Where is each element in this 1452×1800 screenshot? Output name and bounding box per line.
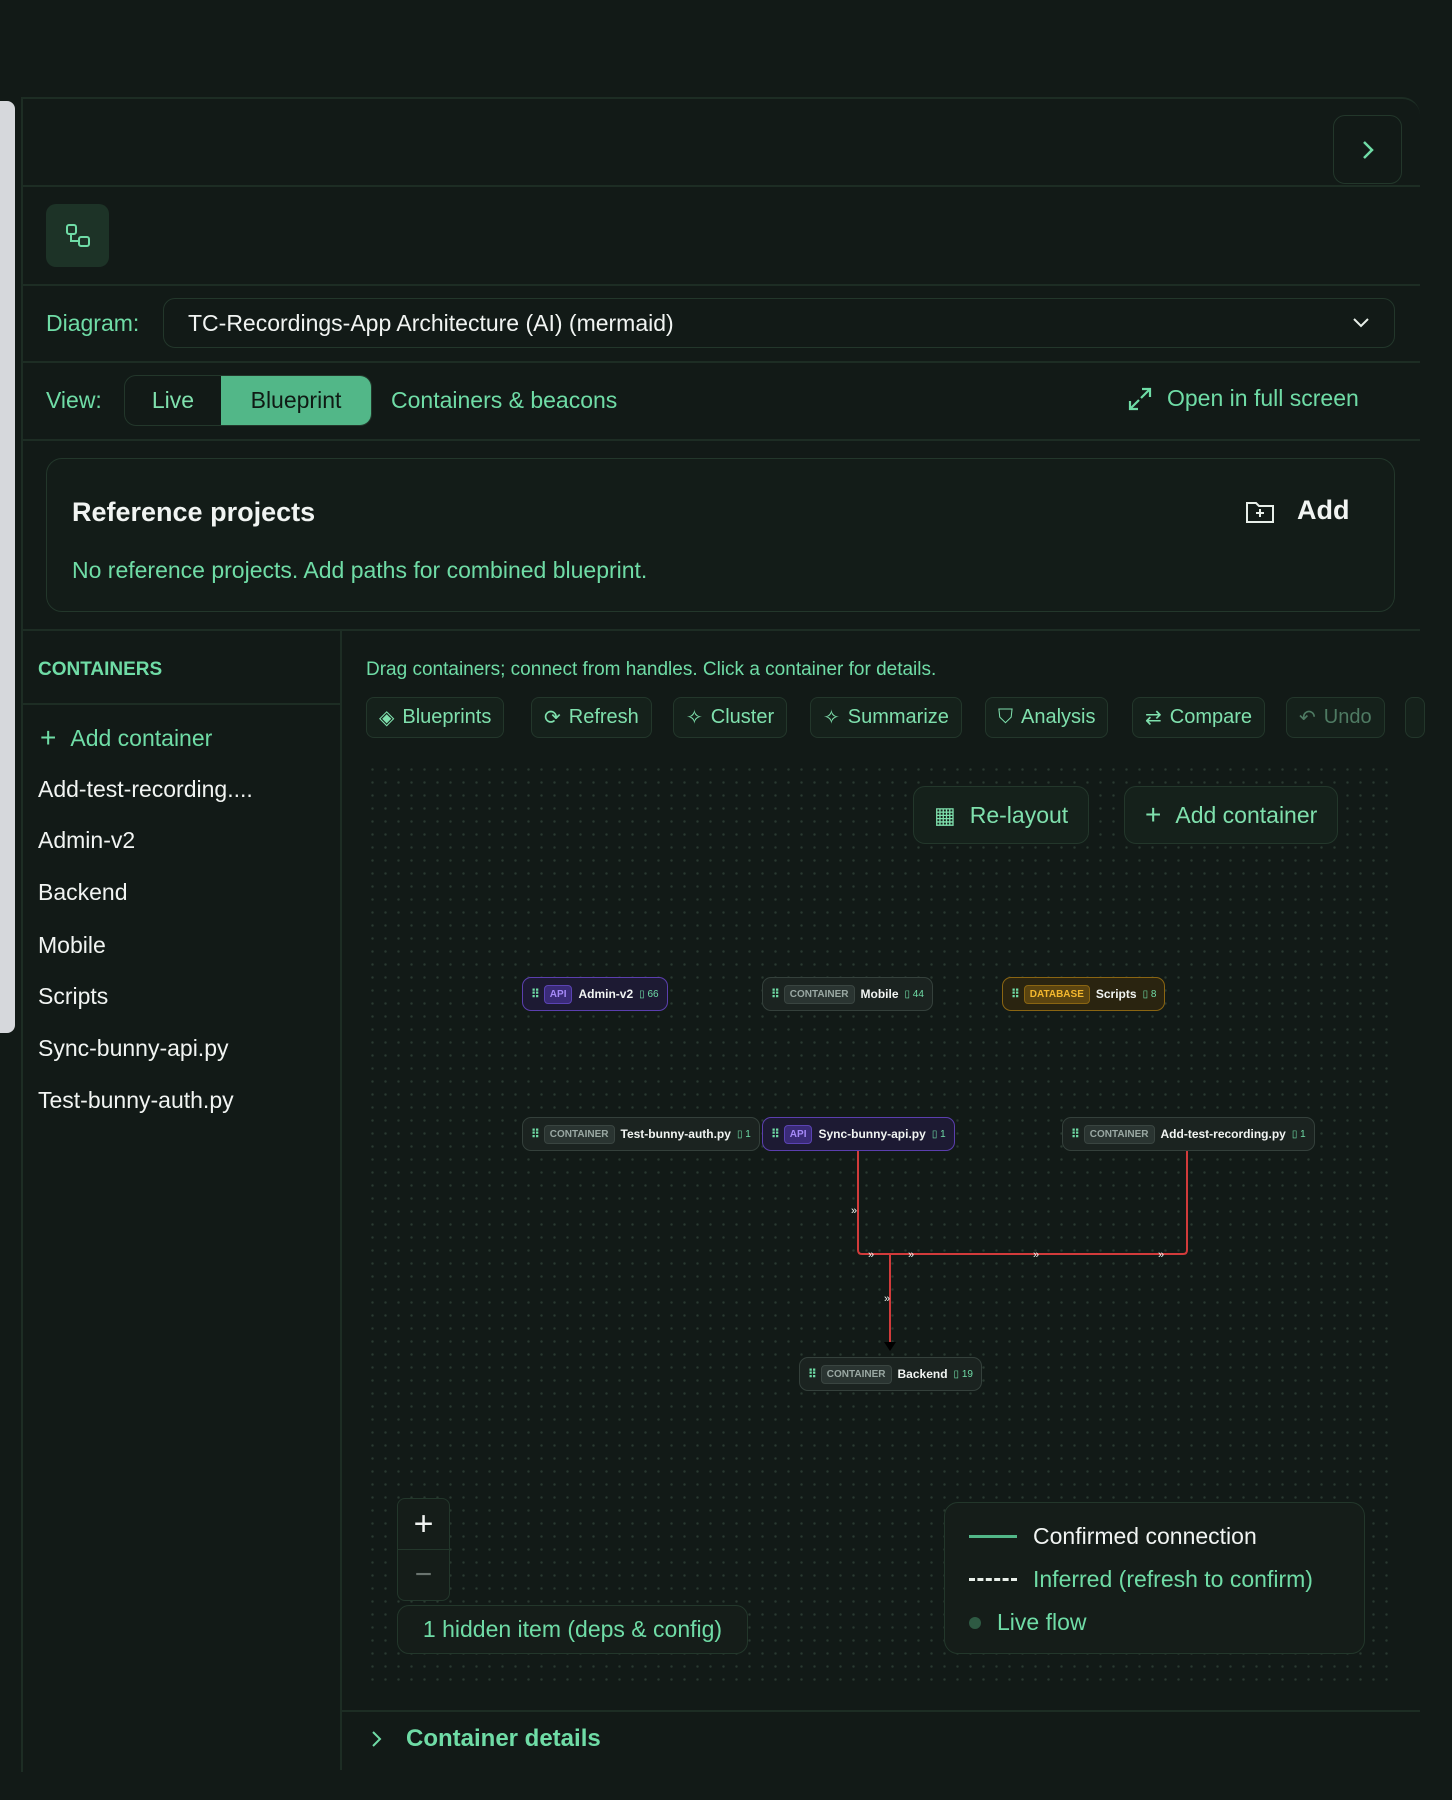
drag-handle-icon[interactable]: ⠿ — [808, 1367, 817, 1381]
zoom-controls: + − — [397, 1498, 450, 1601]
legend-inferred: Inferred (refresh to confirm) — [1033, 1566, 1313, 1592]
node-add-test-recording[interactable]: ⠿ CONTAINER Add-test-recording.py ▯ 1 — [1062, 1117, 1315, 1151]
node-type-badge: DATABASE — [1023, 984, 1090, 1004]
node-mobile[interactable]: ⠿ CONTAINER Mobile ▯ 44 — [762, 977, 933, 1011]
legend-confirmed: Confirmed connection — [1033, 1523, 1257, 1549]
solid-line-icon — [969, 1535, 1017, 1538]
file-count: ▯ 1 — [931, 1128, 946, 1140]
node-type-badge: CONTAINER — [820, 1364, 892, 1384]
node-name: Scripts — [1095, 987, 1137, 1001]
node-type-badge: CONTAINER — [783, 984, 855, 1004]
node-name: Test-bunny-auth.py — [620, 1127, 731, 1141]
file-count: ▯ 66 — [639, 988, 659, 1000]
arrowhead — [884, 1342, 896, 1351]
zoom-out-button[interactable]: − — [398, 1550, 449, 1600]
drag-handle-icon[interactable]: ⠿ — [531, 1127, 540, 1141]
node-test-bunny-auth[interactable]: ⠿ CONTAINER Test-bunny-auth.py ▯ 1 — [522, 1117, 760, 1151]
legend: Confirmed connection Inferred (refresh t… — [944, 1502, 1365, 1654]
node-admin-v2[interactable]: ⠿ API Admin-v2 ▯ 66 — [522, 977, 668, 1011]
node-name: Admin-v2 — [578, 987, 634, 1001]
edge-sync-to-backend[interactable] — [857, 1151, 1188, 1255]
container-details-toggle[interactable]: Container details — [370, 1725, 601, 1753]
svg-text:»: » — [908, 1249, 914, 1261]
file-count: ▯ 19 — [953, 1368, 973, 1380]
svg-text:»: » — [1033, 1249, 1039, 1261]
svg-text:»: » — [884, 1293, 890, 1305]
legend-live: Live flow — [997, 1609, 1087, 1635]
node-type-badge: API — [783, 1124, 813, 1144]
drag-handle-icon[interactable]: ⠿ — [1071, 1127, 1080, 1141]
node-type-badge: CONTAINER — [1083, 1124, 1155, 1144]
details-divider — [342, 1710, 1420, 1712]
file-count: ▯ 44 — [904, 988, 924, 1000]
chevron-right-icon — [372, 1731, 382, 1747]
node-type-badge: API — [543, 984, 573, 1004]
svg-text:»: » — [1158, 1249, 1164, 1261]
live-dot-icon — [969, 1616, 981, 1629]
node-type-badge: CONTAINER — [543, 1124, 615, 1144]
svg-text:»: » — [851, 1205, 857, 1217]
drag-handle-icon[interactable]: ⠿ — [771, 987, 780, 1001]
container-details-label: Container details — [406, 1725, 601, 1752]
drag-handle-icon[interactable]: ⠿ — [771, 1127, 780, 1141]
node-name: Backend — [897, 1367, 948, 1381]
node-scripts[interactable]: ⠿ DATABASE Scripts ▯ 8 — [1002, 977, 1166, 1011]
node-sync-bunny-api[interactable]: ⠿ API Sync-bunny-api.py ▯ 1 — [762, 1117, 955, 1151]
node-backend[interactable]: ⠿ CONTAINER Backend ▯ 19 — [799, 1357, 982, 1391]
dashed-line-icon — [969, 1578, 1017, 1581]
drag-handle-icon[interactable]: ⠿ — [531, 987, 540, 1001]
node-name: Mobile — [860, 987, 899, 1001]
hidden-items-button[interactable]: 1 hidden item (deps & config) — [397, 1605, 748, 1654]
file-count: ▯ 1 — [736, 1128, 751, 1140]
svg-text:»: » — [868, 1249, 874, 1261]
node-name: Sync-bunny-api.py — [818, 1127, 926, 1141]
drag-handle-icon[interactable]: ⠿ — [1011, 987, 1020, 1001]
file-count: ▯ 8 — [1142, 988, 1157, 1000]
node-name: Add-test-recording.py — [1160, 1127, 1286, 1141]
file-count: ▯ 1 — [1291, 1128, 1306, 1140]
zoom-in-button[interactable]: + — [398, 1499, 449, 1550]
